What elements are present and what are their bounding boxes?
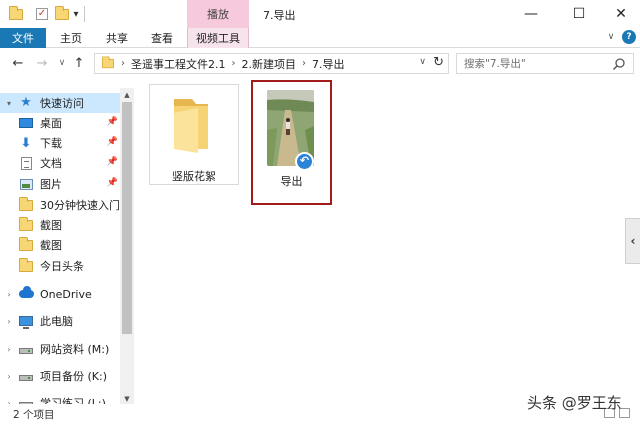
- sidebar-item-quickstart[interactable]: 30分钟快速入门: [0, 195, 120, 215]
- sidebar-item-drive-k[interactable]: › 项目备份 (K:): [0, 366, 120, 386]
- sidebar-item-quick-access[interactable]: ▾ ★ 快速访问: [0, 93, 120, 113]
- sidebar-item-label: 图片: [40, 178, 62, 191]
- shortcut-arrow-icon: ↶: [295, 152, 314, 171]
- search-icon[interactable]: [612, 57, 626, 71]
- pin-icon[interactable]: 📌: [107, 178, 118, 188]
- forward-button[interactable]: →: [33, 54, 51, 72]
- context-tab-play[interactable]: 播放: [187, 0, 249, 28]
- back-button[interactable]: ←: [9, 54, 27, 72]
- title-bar: ✓ ▾ 播放 7.导出 — ☐ ✕: [0, 0, 640, 28]
- close-button[interactable]: ✕: [598, 0, 640, 28]
- sidebar-item-label: 今日头条: [40, 260, 84, 273]
- expand-chevron-icon[interactable]: ›: [4, 345, 14, 354]
- refresh-button[interactable]: ↻: [433, 55, 444, 70]
- window-title: 7.导出: [263, 9, 296, 22]
- sidebar-item-label: OneDrive: [40, 287, 92, 301]
- scrollbar-thumb[interactable]: [122, 102, 132, 334]
- help-icon[interactable]: ?: [622, 30, 636, 44]
- sidebar-item-downloads[interactable]: ⬇ 下载 📌: [0, 133, 120, 153]
- sidebar-item-label: 桌面: [40, 117, 62, 130]
- sidebar-item-label: 截图: [40, 239, 62, 252]
- sidebar-item-label: 截图: [40, 219, 62, 232]
- search-input[interactable]: 搜索"7.导出": [456, 53, 634, 74]
- tab-video-tools[interactable]: 视频工具: [187, 28, 249, 48]
- drive-icon: [18, 369, 34, 383]
- sidebar-item-label: 快速访问: [40, 97, 84, 110]
- item-label: 竖版花絮: [172, 170, 216, 183]
- folder-icon: [18, 216, 34, 232]
- sidebar-item-this-pc[interactable]: › 此电脑: [0, 311, 120, 331]
- breadcrumb-export[interactable]: 7.导出: [312, 56, 345, 72]
- recent-locations-button[interactable]: ∨: [53, 54, 71, 72]
- expand-chevron-icon[interactable]: ▾: [4, 99, 14, 108]
- sidebar-item-pictures[interactable]: 图片 📌: [0, 174, 120, 194]
- expand-chevron-icon[interactable]: ›: [4, 372, 14, 381]
- sidebar-item-screenshots[interactable]: 截图: [0, 215, 120, 235]
- onedrive-icon: [18, 286, 34, 301]
- tab-view[interactable]: 查看: [144, 28, 180, 48]
- minimize-button[interactable]: —: [508, 0, 554, 28]
- star-icon: ★: [20, 95, 32, 110]
- ribbon-expand-button[interactable]: ∨: [605, 31, 617, 43]
- expand-chevron-icon[interactable]: ›: [4, 290, 14, 299]
- folder-icon: [8, 5, 24, 22]
- sidebar-item-documents[interactable]: 文档 📌: [0, 153, 120, 173]
- expand-chevron-icon[interactable]: ›: [4, 317, 14, 326]
- navigation-pane: ▾ ★ 快速访问 桌面 📌 ⬇ 下载 📌 文档 📌 图片 📌 30分钟快速入门 …: [0, 88, 134, 406]
- sidebar-item-toutiao[interactable]: 今日头条: [0, 256, 120, 276]
- item-label: 导出: [280, 175, 303, 188]
- desktop-icon: [18, 116, 34, 130]
- drive-icon: [18, 342, 34, 356]
- properties-icon[interactable]: ✓: [34, 6, 50, 22]
- folder-item[interactable]: 竖版花絮: [149, 84, 239, 185]
- pin-icon[interactable]: 📌: [107, 117, 118, 127]
- file-list: 竖版花絮 ↶ 导出: [138, 78, 625, 404]
- sidebar-item-label: 项目备份 (K:): [40, 370, 107, 383]
- sidebar-item-label: 下载: [40, 137, 62, 150]
- sidebar-item-label: 此电脑: [40, 315, 73, 328]
- tab-share[interactable]: 共享: [98, 28, 136, 48]
- item-count: 2 个项目: [13, 409, 55, 421]
- computer-icon: [18, 314, 34, 329]
- search-placeholder: 搜索"7.导出": [464, 58, 526, 70]
- sidebar-item-label: 30分钟快速入门: [40, 199, 120, 212]
- sidebar-item-label: 网站资料 (M:): [40, 343, 110, 356]
- breadcrumb-separator: ›: [302, 58, 306, 69]
- folder-icon: [174, 99, 208, 153]
- breadcrumb-separator: ›: [231, 58, 236, 69]
- folder-icon: [18, 236, 34, 252]
- scroll-up-icon[interactable]: ▲: [120, 88, 134, 102]
- document-icon: [18, 156, 34, 170]
- folder-icon: [18, 196, 34, 212]
- pin-icon[interactable]: 📌: [107, 137, 118, 147]
- details-pane-toggle-button[interactable]: ‹: [625, 218, 640, 264]
- address-bar[interactable]: › 圣遥事工程文件2.1 › 2.新建项目 › 7.导出 ∨ ↻: [94, 53, 449, 74]
- sidebar-item-onedrive[interactable]: › OneDrive: [0, 284, 120, 304]
- ribbon-tabs: 文件 主页 共享 查看 视频工具 ∨ ?: [0, 28, 640, 48]
- maximize-button[interactable]: ☐: [556, 0, 602, 28]
- address-row: ← → ∨ ↑ › 圣遥事工程文件2.1 › 2.新建项目 › 7.导出 ∨ ↻…: [0, 49, 640, 78]
- breadcrumb-new-project[interactable]: 2.新建项目: [242, 56, 297, 72]
- tab-file[interactable]: 文件: [0, 28, 46, 48]
- pin-icon[interactable]: 📌: [107, 157, 118, 167]
- download-icon: ⬇: [20, 135, 32, 151]
- folder-icon: [102, 56, 114, 69]
- tab-home[interactable]: 主页: [52, 28, 90, 48]
- sidebar-item-desktop[interactable]: 桌面 📌: [0, 113, 120, 133]
- address-dropdown-button[interactable]: ∨: [419, 57, 426, 67]
- sidebar-item-label: 文档: [40, 157, 62, 170]
- pictures-icon: [18, 177, 34, 191]
- video-shortcut-item[interactable]: ↶ 导出: [251, 80, 332, 205]
- up-button[interactable]: ↑: [70, 54, 88, 72]
- new-folder-icon[interactable]: [54, 5, 70, 22]
- breadcrumb-project-files[interactable]: 圣遥事工程文件2.1: [131, 56, 226, 72]
- sidebar-item-drive-m[interactable]: › 网站资料 (M:): [0, 339, 120, 359]
- breadcrumb-separator: ›: [121, 58, 125, 69]
- folder-icon: [18, 257, 34, 273]
- navigation-scrollbar[interactable]: ▲ ▼: [120, 88, 134, 406]
- watermark: 头条 @罗王东: [527, 394, 622, 412]
- sidebar-item-screenshots-2[interactable]: 截图: [0, 235, 120, 255]
- quick-access-dropdown[interactable]: ▾: [70, 6, 82, 22]
- toolbar-separator: [84, 6, 85, 22]
